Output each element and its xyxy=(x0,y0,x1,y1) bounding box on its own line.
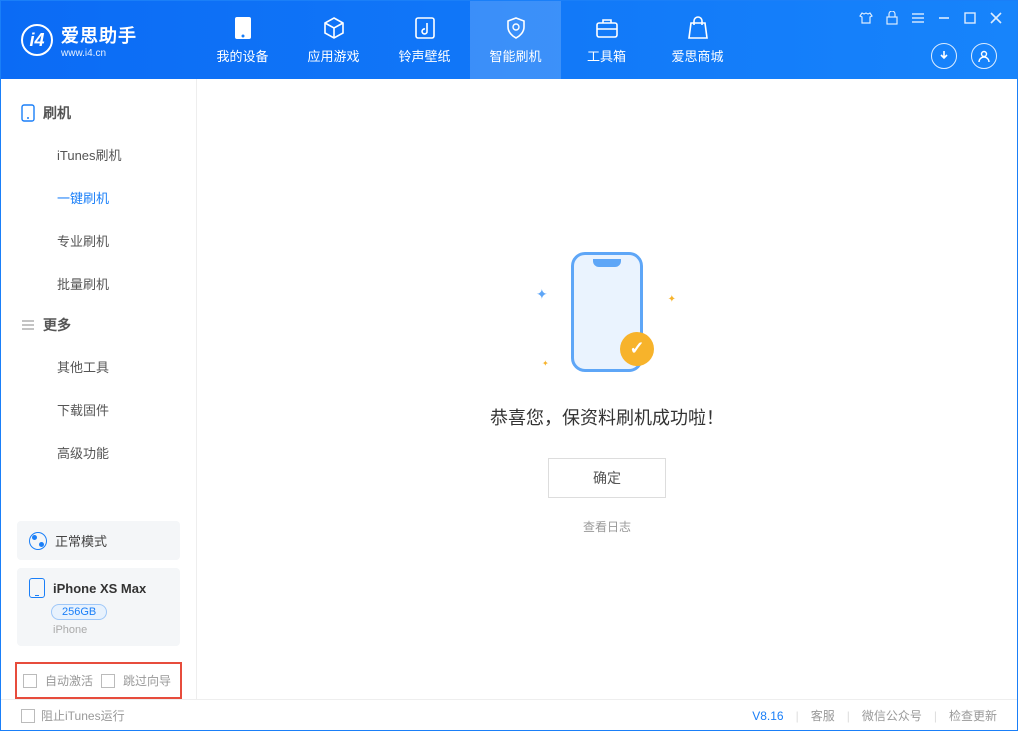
logo-text: 爱思助手 www.i4.cn xyxy=(61,22,137,59)
tab-toolbox[interactable]: 工具箱 xyxy=(561,1,652,79)
footer-left: 阻止iTunes运行 xyxy=(21,707,125,724)
app-header: i4 爱思助手 www.i4.cn 我的设备 应用游戏 铃声壁纸 智能刷机 工具… xyxy=(1,1,1017,79)
minimize-button[interactable] xyxy=(937,11,951,25)
mode-status[interactable]: 正常模式 xyxy=(17,521,180,560)
sparkle-icon: ✦ xyxy=(542,359,549,368)
tab-store[interactable]: 爱思商城 xyxy=(652,1,743,79)
tab-label: 铃声壁纸 xyxy=(398,46,450,65)
sidebar-item-download-firmware[interactable]: 下载固件 xyxy=(1,388,196,431)
skip-guide-label: 跳过向导 xyxy=(123,672,171,689)
sidebar-item-pro-flash[interactable]: 专业刷机 xyxy=(1,219,196,262)
sidebar-item-itunes-flash[interactable]: iTunes刷机 xyxy=(1,133,196,176)
confirm-button[interactable]: 确定 xyxy=(548,458,666,498)
close-button[interactable] xyxy=(989,11,1003,25)
sidebar-group-flash: 刷机 xyxy=(1,93,196,133)
footer-link-update[interactable]: 检查更新 xyxy=(949,707,997,724)
auto-activate-label: 自动激活 xyxy=(45,672,93,689)
mode-label: 正常模式 xyxy=(55,531,107,550)
tab-label: 我的设备 xyxy=(216,46,268,65)
tab-label: 工具箱 xyxy=(587,46,626,65)
checkbox-block-itunes[interactable] xyxy=(21,709,35,723)
lock-icon[interactable] xyxy=(885,11,899,25)
main-content: ✦ ✦ ✦ ✓ 恭喜您，保资料刷机成功啦！ 确定 查看日志 xyxy=(197,79,1017,699)
device-name: iPhone XS Max xyxy=(53,581,146,596)
download-button[interactable] xyxy=(931,43,957,69)
app-name: 爱思助手 xyxy=(61,22,137,48)
bag-icon xyxy=(686,16,710,40)
header-action-buttons xyxy=(931,43,997,69)
sparkle-icon: ✦ xyxy=(536,286,548,303)
device-icon xyxy=(29,578,45,598)
sparkle-icon: ✦ xyxy=(668,294,676,305)
tab-apps-games[interactable]: 应用游戏 xyxy=(288,1,379,79)
tab-ringtones-wallpapers[interactable]: 铃声壁纸 xyxy=(379,1,470,79)
user-button[interactable] xyxy=(971,43,997,69)
flash-options-highlight: 自动激活 跳过向导 xyxy=(15,662,182,699)
device-info[interactable]: iPhone XS Max 256GB iPhone xyxy=(17,568,180,646)
window-controls xyxy=(859,11,1003,25)
footer-bar: 阻止iTunes运行 V8.16 | 客服 | 微信公众号 | 检查更新 xyxy=(1,699,1017,731)
checkbox-skip-guide[interactable] xyxy=(101,674,115,688)
maximize-button[interactable] xyxy=(963,11,977,25)
device-type: iPhone xyxy=(53,624,168,636)
sidebar-item-batch-flash[interactable]: 批量刷机 xyxy=(1,262,196,305)
tab-smart-flash[interactable]: 智能刷机 xyxy=(470,1,561,79)
block-itunes-label: 阻止iTunes运行 xyxy=(41,707,125,724)
footer-link-wechat[interactable]: 微信公众号 xyxy=(862,707,922,724)
sidebar-group-more: 更多 xyxy=(1,305,196,345)
tab-label: 应用游戏 xyxy=(307,46,359,65)
phone-icon xyxy=(231,16,255,40)
check-badge-icon: ✓ xyxy=(620,332,654,366)
logo-area: i4 爱思助手 www.i4.cn xyxy=(1,22,197,59)
phone-outline-icon xyxy=(21,104,35,122)
version-label: V8.16 xyxy=(752,709,783,723)
sidebar-item-advanced[interactable]: 高级功能 xyxy=(1,431,196,474)
group-title: 更多 xyxy=(43,315,71,335)
view-log-link[interactable]: 查看日志 xyxy=(583,518,631,535)
success-message: 恭喜您，保资料刷机成功啦！ xyxy=(490,404,724,430)
cube-icon xyxy=(322,16,346,40)
group-title: 刷机 xyxy=(43,103,71,123)
shirt-icon[interactable] xyxy=(859,11,873,25)
app-domain: www.i4.cn xyxy=(61,48,137,59)
footer-right: V8.16 | 客服 | 微信公众号 | 检查更新 xyxy=(752,707,997,724)
tab-my-device[interactable]: 我的设备 xyxy=(197,1,288,79)
checkbox-auto-activate[interactable] xyxy=(23,674,37,688)
success-illustration: ✦ ✦ ✦ ✓ xyxy=(522,244,692,384)
tab-label: 智能刷机 xyxy=(489,46,541,65)
footer-link-support[interactable]: 客服 xyxy=(811,707,835,724)
sidebar-item-other-tools[interactable]: 其他工具 xyxy=(1,345,196,388)
nav-tabs: 我的设备 应用游戏 铃声壁纸 智能刷机 工具箱 爱思商城 xyxy=(197,1,743,79)
mode-icon xyxy=(29,532,47,550)
music-note-icon xyxy=(413,16,437,40)
logo-icon: i4 xyxy=(21,24,53,56)
briefcase-icon xyxy=(595,16,619,40)
app-body: 刷机 iTunes刷机 一键刷机 专业刷机 批量刷机 更多 其他工具 下载固件 … xyxy=(1,79,1017,699)
sidebar-item-onekey-flash[interactable]: 一键刷机 xyxy=(1,176,196,219)
sidebar: 刷机 iTunes刷机 一键刷机 专业刷机 批量刷机 更多 其他工具 下载固件 … xyxy=(1,79,197,699)
shield-gear-icon xyxy=(504,16,528,40)
list-icon xyxy=(21,318,35,332)
menu-icon[interactable] xyxy=(911,11,925,25)
device-storage-badge: 256GB xyxy=(51,604,107,620)
tab-label: 爱思商城 xyxy=(671,46,723,65)
